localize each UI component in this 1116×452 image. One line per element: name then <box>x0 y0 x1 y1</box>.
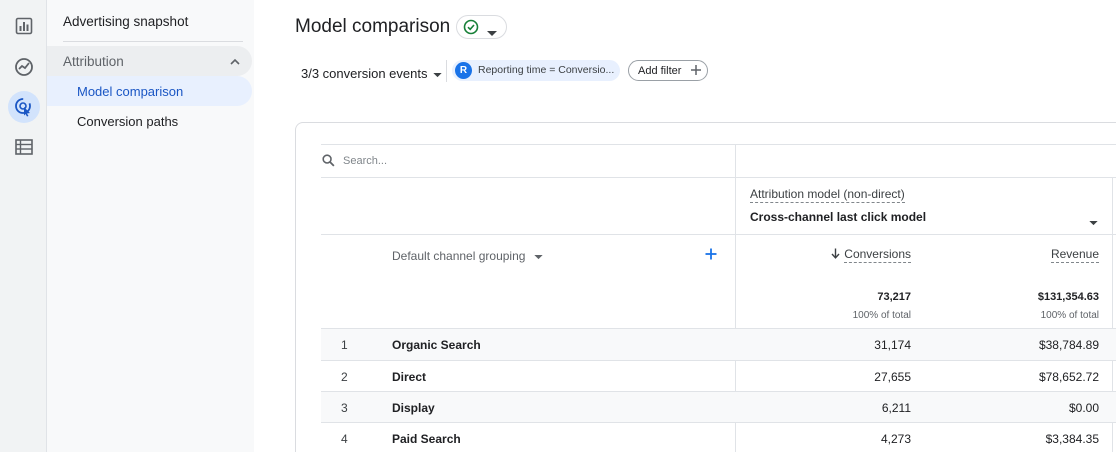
total-revenue: $131,354.63 <box>1037 291 1099 303</box>
status-dropdown[interactable] <box>456 15 507 39</box>
secondary-nav: Advertising snapshot Attribution Model c… <box>47 0 254 452</box>
dimension-label: Default channel grouping <box>392 249 526 263</box>
column-header-revenue[interactable]: Revenue <box>1000 247 1099 263</box>
reports-icon[interactable] <box>8 10 40 42</box>
dimension-dropdown[interactable]: Default channel grouping <box>392 249 544 263</box>
caret-down-icon[interactable] <box>1089 213 1098 231</box>
row-rank: 2 <box>341 370 348 384</box>
row-rank: 1 <box>341 338 348 352</box>
search-input[interactable]: Search... <box>343 155 387 167</box>
check-circle-icon <box>463 19 479 40</box>
reporting-time-chip[interactable]: R Reporting time = Conversio... <box>452 60 620 81</box>
row-rank: 3 <box>341 401 348 415</box>
explore-icon[interactable] <box>8 51 40 83</box>
total-conversions-pct: 100% of total <box>852 310 911 321</box>
nav-divider <box>63 41 243 42</box>
attribution-model-label: Attribution model (non-direct) <box>750 187 905 203</box>
add-filter-button[interactable]: Add filter <box>628 60 708 81</box>
row-channel: Organic Search <box>392 338 481 352</box>
divider <box>321 234 1116 235</box>
nav-item-conversion-paths[interactable]: Conversion paths <box>47 106 252 136</box>
page-title: Model comparison <box>295 16 451 37</box>
row-revenue: $0.00 <box>1068 401 1099 415</box>
nav-item-model-comparison[interactable]: Model comparison <box>47 76 252 106</box>
column-header-label: Revenue <box>1050 247 1099 263</box>
row-conversions: 4,273 <box>880 432 911 446</box>
nav-item-label: Conversion paths <box>77 114 179 129</box>
row-conversions: 31,174 <box>874 338 911 352</box>
chip-avatar: R <box>455 62 472 79</box>
column-header-conversions[interactable]: Conversions <box>826 247 911 263</box>
caret-down-icon <box>487 24 497 42</box>
caret-down-icon <box>433 66 443 81</box>
table-row: 1 Organic Search 31,174 $38,784.89 <box>321 329 1116 360</box>
row-revenue: $78,652.72 <box>1038 370 1099 384</box>
divider <box>321 177 1116 178</box>
conversion-events-label: 3/3 conversion events <box>301 65 428 81</box>
nav-item-label: Model comparison <box>77 84 184 99</box>
row-conversions: 27,655 <box>874 370 911 384</box>
row-channel: Direct <box>392 370 427 384</box>
plus-icon <box>689 63 703 82</box>
filter-divider <box>446 60 447 82</box>
column-header-label: Conversions <box>844 247 911 263</box>
conversion-events-dropdown[interactable]: 3/3 conversion events <box>301 62 443 84</box>
table-row: 4 Paid Search 4,273 $3,384.35 <box>321 423 1116 452</box>
row-channel: Paid Search <box>392 432 461 446</box>
add-dimension-icon[interactable] <box>704 247 718 266</box>
icon-rail <box>0 0 47 452</box>
total-revenue-pct: 100% of total <box>1040 310 1099 321</box>
chip-label: Reporting time = Conversio... <box>478 64 615 76</box>
row-rank: 4 <box>341 432 348 446</box>
chevron-up-icon[interactable] <box>229 54 241 72</box>
nav-section-attribution[interactable]: Attribution <box>47 46 252 76</box>
advertising-icon[interactable] <box>8 91 40 123</box>
row-channel: Display <box>392 401 435 415</box>
caret-down-icon <box>534 249 544 263</box>
search-icon <box>322 154 335 172</box>
row-revenue: $3,384.35 <box>1045 432 1099 446</box>
total-conversions: 73,217 <box>877 291 911 303</box>
nav-section-label: Attribution <box>63 54 124 69</box>
table-row: 3 Display 6,211 $0.00 <box>321 392 1116 423</box>
nav-item-advertising-snapshot[interactable]: Advertising snapshot <box>63 14 188 29</box>
row-revenue: $38,784.89 <box>1038 338 1099 352</box>
table-row: 2 Direct 27,655 $78,652.72 <box>321 361 1116 392</box>
row-conversions: 6,211 <box>881 401 911 415</box>
divider <box>321 144 1116 145</box>
arrow-down-icon <box>831 248 840 262</box>
configure-icon[interactable] <box>8 131 40 163</box>
attribution-model-select[interactable]: Cross-channel last click model <box>750 210 926 224</box>
add-filter-label: Add filter <box>638 65 682 77</box>
